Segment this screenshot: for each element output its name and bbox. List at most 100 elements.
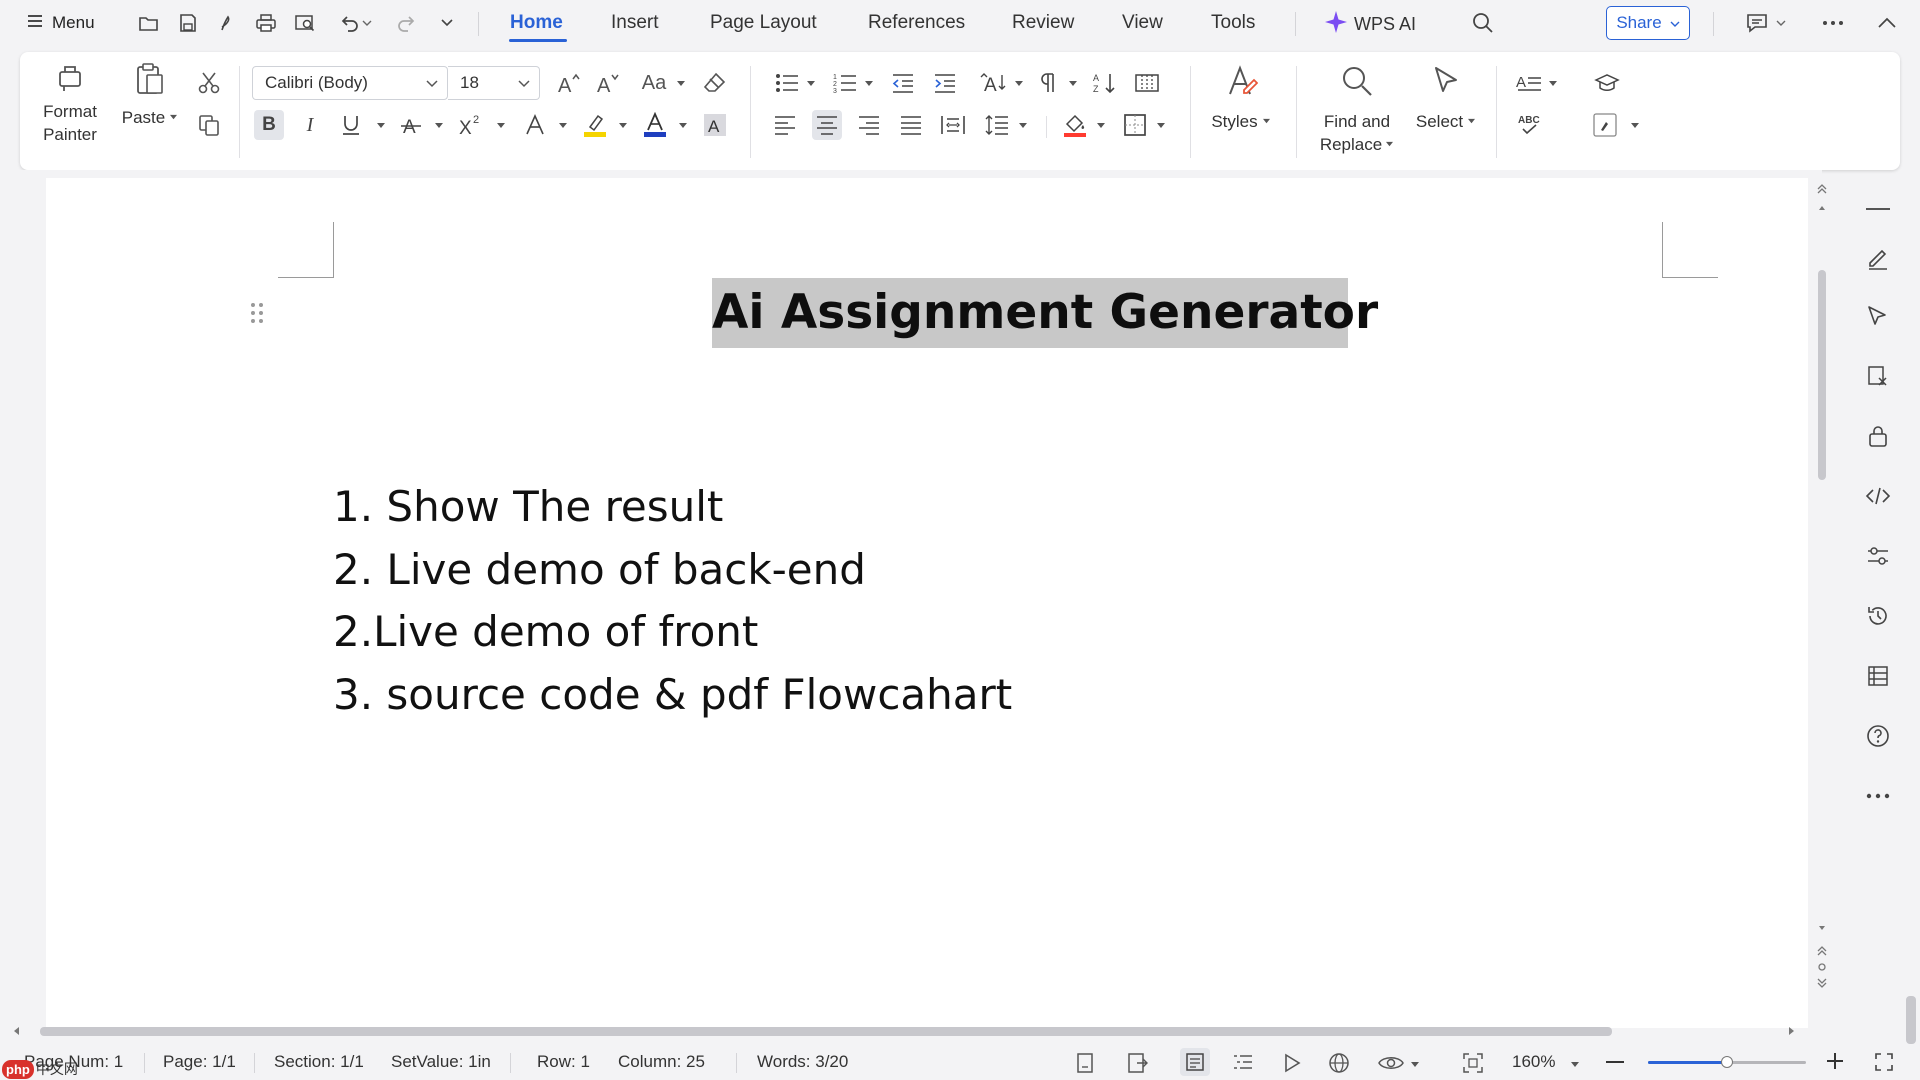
eye-protection-icon[interactable] [1378, 1052, 1404, 1079]
status-words[interactable]: Words: 3/20 [757, 1052, 848, 1072]
select-pointer-icon[interactable] [1862, 300, 1894, 332]
code-icon[interactable] [1862, 480, 1894, 512]
find-replace-button[interactable]: Find and Replace [1312, 64, 1402, 156]
select-button[interactable]: Select [1410, 64, 1482, 133]
redo-icon[interactable] [392, 9, 422, 37]
bullets-chevron-icon[interactable] [806, 80, 816, 88]
history-icon[interactable] [1862, 600, 1894, 632]
text-direction-chevron-icon[interactable] [1014, 80, 1024, 88]
increase-font-size-icon[interactable]: A [554, 68, 584, 98]
strikethrough-chevron-icon[interactable] [434, 122, 444, 130]
header-footer-icon[interactable] [1126, 1052, 1148, 1079]
search-icon[interactable] [1468, 9, 1498, 37]
full-screen-icon[interactable] [1874, 1052, 1894, 1077]
columns-icon[interactable] [1132, 68, 1162, 98]
help-icon[interactable] [1862, 720, 1894, 752]
cut-icon[interactable] [194, 68, 224, 98]
status-page[interactable]: Page: 1/1 [163, 1052, 236, 1072]
superscript-chevron-icon[interactable] [496, 122, 506, 130]
paragraph-marks-icon[interactable] [1034, 68, 1064, 98]
paste-button[interactable]: Paste [120, 62, 180, 129]
more-tools-icon[interactable] [1862, 780, 1894, 812]
web-layout-icon[interactable] [1328, 1052, 1350, 1079]
eye-protection-chevron-icon[interactable] [1410, 1061, 1420, 1069]
scroll-top-icon[interactable] [1816, 182, 1828, 212]
underline-button[interactable] [336, 110, 366, 140]
list-item[interactable]: 2. Live demo of back-end [333, 539, 1012, 602]
lock-icon[interactable] [1862, 420, 1894, 452]
borders-icon[interactable] [1120, 110, 1150, 140]
change-case-chevron-icon[interactable] [676, 80, 686, 88]
zoom-level[interactable]: 160% [1512, 1052, 1555, 1072]
bold-button[interactable]: B [254, 110, 284, 140]
format-painter-button[interactable]: Format Painter [40, 62, 100, 146]
adjust-settings-icon[interactable] [1862, 540, 1894, 572]
numbering-chevron-icon[interactable] [864, 80, 874, 88]
zoom-in-icon[interactable] [1826, 1052, 1844, 1075]
tab-home[interactable]: Home [510, 12, 563, 34]
borders-chevron-icon[interactable] [1156, 122, 1166, 130]
font-name-select[interactable]: Calibri (Body) [252, 66, 448, 100]
clear-formatting-icon[interactable] [700, 68, 730, 98]
text-effect-chevron-icon[interactable] [558, 122, 568, 130]
text-tools-chevron-icon[interactable] [1548, 80, 1558, 88]
outline-view-icon[interactable] [1232, 1052, 1254, 1079]
tab-review[interactable]: Review [1012, 12, 1074, 34]
zoom-out-icon[interactable] [1606, 1061, 1624, 1063]
status-set-value[interactable]: SetValue: 1in [391, 1052, 491, 1072]
line-spacing-chevron-icon[interactable] [1018, 122, 1028, 130]
panel-scroll-thumb[interactable] [1906, 996, 1916, 1044]
zoom-chevron-icon[interactable] [1570, 1061, 1580, 1069]
more-options-icon[interactable] [1818, 9, 1848, 37]
text-box-tool-icon[interactable] [1590, 110, 1620, 140]
underline-chevron-icon[interactable] [376, 122, 386, 130]
font-color-button[interactable] [640, 110, 670, 140]
text-box-chevron-icon[interactable] [1630, 122, 1640, 130]
panel-collapse-icon[interactable] [1866, 208, 1890, 210]
status-row[interactable]: Row: 1 [537, 1052, 590, 1072]
collapse-ribbon-icon[interactable] [1872, 9, 1902, 37]
status-column[interactable]: Column: 25 [618, 1052, 705, 1072]
tab-references[interactable]: References [868, 12, 965, 34]
drag-handle-icon[interactable] [250, 302, 264, 324]
align-center-icon[interactable] [812, 110, 842, 140]
copy-icon[interactable] [194, 110, 224, 140]
document-title[interactable]: Ai Assignment Generator [712, 281, 1378, 345]
font-color-chevron-icon[interactable] [678, 122, 688, 130]
tab-insert[interactable]: Insert [611, 12, 659, 34]
zoom-slider-handle[interactable] [1721, 1056, 1733, 1068]
open-folder-icon[interactable] [134, 9, 164, 37]
print-preview-icon[interactable] [290, 9, 320, 37]
align-left-icon[interactable] [770, 110, 800, 140]
shading-icon[interactable] [1060, 110, 1090, 140]
navigation-pane-icon[interactable] [1862, 660, 1894, 692]
customize-toolbar-chevron-icon[interactable] [432, 9, 462, 37]
spell-check-button[interactable]: ABC [1514, 110, 1554, 140]
wps-ai-button[interactable]: WPS AI [1324, 10, 1416, 39]
strikethrough-button[interactable]: A [396, 110, 426, 140]
decrease-font-size-icon[interactable]: A [593, 68, 623, 98]
change-case-button[interactable]: Aa [636, 68, 672, 98]
shading-chevron-icon[interactable] [1096, 122, 1106, 130]
align-right-icon[interactable] [854, 110, 884, 140]
text-effect-button[interactable] [520, 110, 550, 140]
list-item[interactable]: 3. source code & pdf Flowcahart [333, 664, 1012, 727]
sort-icon[interactable]: AZ [1090, 68, 1120, 98]
paragraph-marks-chevron-icon[interactable] [1068, 80, 1078, 88]
comment-chevron-icon[interactable] [1772, 9, 1790, 37]
font-size-select[interactable]: 18 [448, 66, 540, 100]
vertical-scroll-thumb[interactable] [1818, 270, 1826, 480]
text-direction-icon[interactable]: A [978, 68, 1008, 98]
increase-indent-icon[interactable] [930, 68, 960, 98]
line-spacing-icon[interactable] [982, 110, 1012, 140]
print-layout-view-icon[interactable] [1180, 1048, 1210, 1076]
fit-page-icon[interactable] [1462, 1052, 1484, 1079]
comment-icon[interactable] [1742, 9, 1772, 37]
bullets-icon[interactable] [772, 68, 802, 98]
distribute-icon[interactable] [938, 110, 968, 140]
highlight-chevron-icon[interactable] [618, 122, 628, 130]
scroll-right-icon[interactable] [1786, 1026, 1796, 1036]
italic-button[interactable]: I [295, 110, 325, 140]
horizontal-scroll-thumb[interactable] [40, 1027, 1612, 1036]
decrease-indent-icon[interactable] [888, 68, 918, 98]
